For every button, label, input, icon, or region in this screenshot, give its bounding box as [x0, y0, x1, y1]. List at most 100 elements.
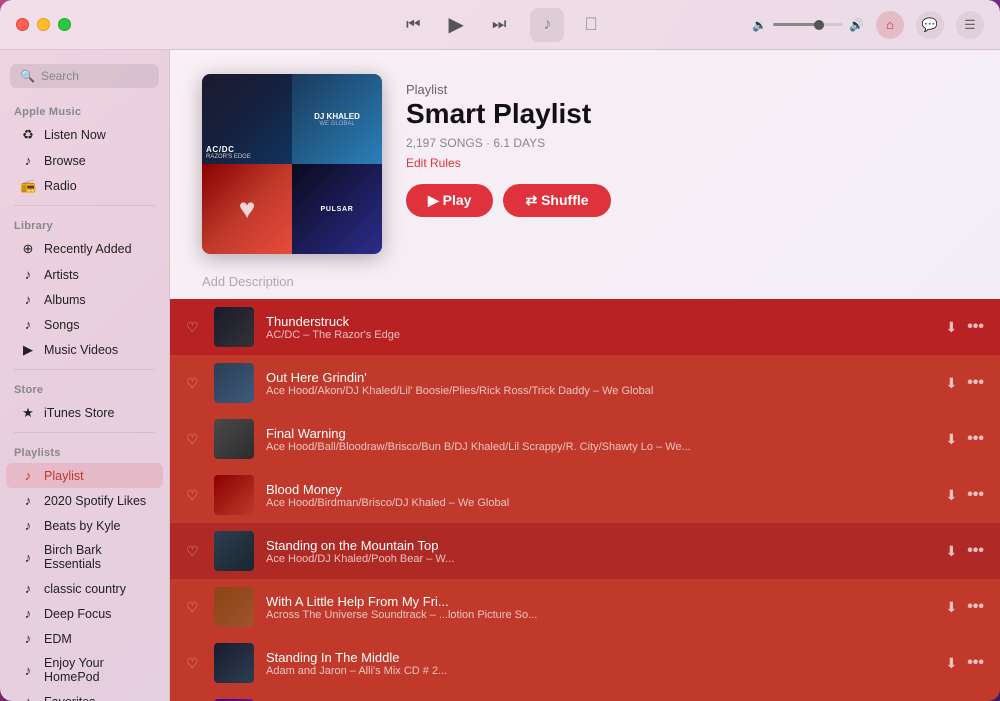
- add-description[interactable]: Add Description: [170, 274, 1000, 299]
- song-row-4[interactable]: ♡ Standing on the Mountain Top Ace Hood/…: [170, 523, 1000, 579]
- main-layout: 🔍 Search Apple Music ♻ Listen Now ♪ Brow…: [0, 50, 1000, 701]
- minimize-button[interactable]: [37, 18, 50, 31]
- song-title-3: Blood Money: [266, 482, 933, 497]
- lyrics-button[interactable]: 💬: [916, 11, 944, 39]
- volume-low-icon: 🔈: [752, 18, 767, 32]
- sidebar-item-artists[interactable]: ♪ Artists: [6, 262, 163, 287]
- song-row-1[interactable]: ♡ Out Here Grindin' Ace Hood/Akon/DJ Kha…: [170, 355, 1000, 411]
- sidebar-item-itunes-store[interactable]: ★ iTunes Store: [6, 400, 163, 426]
- volume-control: 🔈 🔊: [752, 18, 864, 32]
- song-thumb-2: [214, 419, 254, 459]
- content-area: AC/DC RAZOR'S EDGE DJ KHALED WE GLOBAL: [170, 50, 1000, 701]
- heart-icon-0[interactable]: ♡: [186, 319, 202, 336]
- sidebar-item-deep-focus[interactable]: ♪ Deep Focus: [6, 601, 163, 626]
- rewind-button[interactable]: ⏮: [402, 12, 424, 38]
- heart-icon-3[interactable]: ♡: [186, 487, 202, 504]
- sidebar-item-label: EDM: [44, 632, 72, 646]
- sidebar-item-classic-country[interactable]: ♪ classic country: [6, 576, 163, 601]
- play-pause-button[interactable]: ▶: [445, 8, 468, 41]
- playlist-title: Smart Playlist: [406, 99, 968, 130]
- heart-icon-6[interactable]: ♡: [186, 655, 202, 672]
- sidebar-item-beats-by-kyle[interactable]: ♪ Beats by Kyle: [6, 513, 163, 538]
- sidebar-item-recently-added[interactable]: ⊕ Recently Added: [6, 236, 163, 262]
- more-icon-4[interactable]: •••: [967, 542, 984, 560]
- download-icon-0[interactable]: ⬇: [945, 319, 957, 336]
- sidebar-item-playlist[interactable]: ♪ Playlist: [6, 463, 163, 488]
- song-row-3[interactable]: ♡ Blood Money Ace Hood/Birdman/Brisco/DJ…: [170, 467, 1000, 523]
- song-row-2[interactable]: ♡ Final Warning Ace Hood/Ball/Bloodraw/B…: [170, 411, 1000, 467]
- more-icon-6[interactable]: •••: [967, 654, 984, 672]
- recently-added-icon: ⊕: [20, 241, 36, 257]
- song-artist-2: Ace Hood/Ball/Bloodraw/Brisco/Bun B/DJ K…: [266, 441, 933, 453]
- divider-3: [14, 432, 155, 433]
- heart-icon-1[interactable]: ♡: [186, 375, 202, 392]
- sidebar-item-homepod[interactable]: ♪ Enjoy Your HomePod: [6, 651, 163, 689]
- more-icon-3[interactable]: •••: [967, 486, 984, 504]
- shuffle-button[interactable]: ⇄ Shuffle: [503, 184, 610, 217]
- sidebar-item-birch-bark[interactable]: ♪ Birch Bark Essentials: [6, 538, 163, 576]
- song-actions-2: ⬇ •••: [945, 430, 984, 448]
- listen-now-icon: ♻: [20, 127, 36, 143]
- artwork-2: DJ KHALED WE GLOBAL: [292, 74, 382, 164]
- search-box[interactable]: 🔍 Search: [10, 64, 159, 88]
- play-button[interactable]: ▶ Play: [406, 184, 493, 217]
- maximize-button[interactable]: [58, 18, 71, 31]
- sidebar-item-label: Recently Added: [44, 242, 132, 256]
- close-button[interactable]: [16, 18, 29, 31]
- song-row-7[interactable]: ♡ Another Mistake ⬇ •••: [170, 691, 1000, 701]
- playlist-actions: ▶ Play ⇄ Shuffle: [406, 184, 968, 217]
- song-actions-4: ⬇ •••: [945, 542, 984, 560]
- fast-forward-button[interactable]: ⏭: [488, 12, 510, 38]
- song-actions-5: ⬇ •••: [945, 598, 984, 616]
- playlist-info: Playlist Smart Playlist 2,197 SONGS · 6.…: [406, 74, 968, 231]
- section-label-apple-music: Apple Music: [0, 98, 169, 122]
- more-icon-2[interactable]: •••: [967, 430, 984, 448]
- browse-icon: ♪: [20, 153, 36, 168]
- sidebar-item-radio[interactable]: 📻 Radio: [6, 173, 163, 199]
- song-thumb-0: [214, 307, 254, 347]
- heart-icon-2[interactable]: ♡: [186, 431, 202, 448]
- heart-icon-4[interactable]: ♡: [186, 543, 202, 560]
- pl-icon-3: ♪: [20, 550, 36, 565]
- search-icon: 🔍: [20, 69, 35, 83]
- artwork-cell-1: AC/DC RAZOR'S EDGE: [202, 74, 292, 164]
- song-info-4: Standing on the Mountain Top Ace Hood/DJ…: [266, 538, 933, 565]
- sidebar-item-music-videos[interactable]: ▶ Music Videos: [6, 337, 163, 363]
- menu-button[interactable]: ☰: [956, 11, 984, 39]
- airplay-button[interactable]: ⌂: [876, 11, 904, 39]
- song-thumb-3: [214, 475, 254, 515]
- sidebar-item-label: Music Videos: [44, 343, 118, 357]
- sidebar-item-listen-now[interactable]: ♻ Listen Now: [6, 122, 163, 148]
- sidebar-item-browse[interactable]: ♪ Browse: [6, 148, 163, 173]
- volume-slider[interactable]: [773, 23, 843, 26]
- heart-icon-5[interactable]: ♡: [186, 599, 202, 616]
- edit-rules-link[interactable]: Edit Rules: [406, 156, 461, 170]
- download-icon-1[interactable]: ⬇: [945, 375, 957, 392]
- sidebar-item-edm[interactable]: ♪ EDM: [6, 626, 163, 651]
- download-icon-5[interactable]: ⬇: [945, 599, 957, 616]
- more-icon-1[interactable]: •••: [967, 374, 984, 392]
- song-info-3: Blood Money Ace Hood/Birdman/Brisco/DJ K…: [266, 482, 933, 509]
- song-thumb-1: [214, 363, 254, 403]
- sidebar-item-favorites[interactable]: ♪ Favorites: [6, 689, 163, 701]
- song-row-6[interactable]: ♡ Standing In The Middle Adam and Jaron …: [170, 635, 1000, 691]
- sidebar-item-albums[interactable]: ♪ Albums: [6, 287, 163, 312]
- more-icon-0[interactable]: •••: [967, 318, 984, 336]
- artwork-cell-3: ♥: [202, 164, 292, 254]
- download-icon-3[interactable]: ⬇: [945, 487, 957, 504]
- sidebar-item-songs[interactable]: ♪ Songs: [6, 312, 163, 337]
- playlist-artwork: AC/DC RAZOR'S EDGE DJ KHALED WE GLOBAL: [202, 74, 382, 254]
- download-icon-4[interactable]: ⬇: [945, 543, 957, 560]
- sidebar-item-2020-spotify[interactable]: ♪ 2020 Spotify Likes: [6, 488, 163, 513]
- download-icon-2[interactable]: ⬇: [945, 431, 957, 448]
- sidebar-item-label: Radio: [44, 179, 77, 193]
- song-row-0[interactable]: ♡ Thunderstruck AC/DC – The Razor's Edge…: [170, 299, 1000, 355]
- more-icon-5[interactable]: •••: [967, 598, 984, 616]
- download-icon-6[interactable]: ⬇: [945, 655, 957, 672]
- sidebar-item-label: classic country: [44, 582, 126, 596]
- song-title-2: Final Warning: [266, 426, 933, 441]
- sidebar-item-label: Listen Now: [44, 128, 106, 142]
- song-title-4: Standing on the Mountain Top: [266, 538, 933, 553]
- song-row-5[interactable]: ♡ With A Little Help From My Fri... Acro…: [170, 579, 1000, 635]
- pl-icon: ♪: [20, 493, 36, 508]
